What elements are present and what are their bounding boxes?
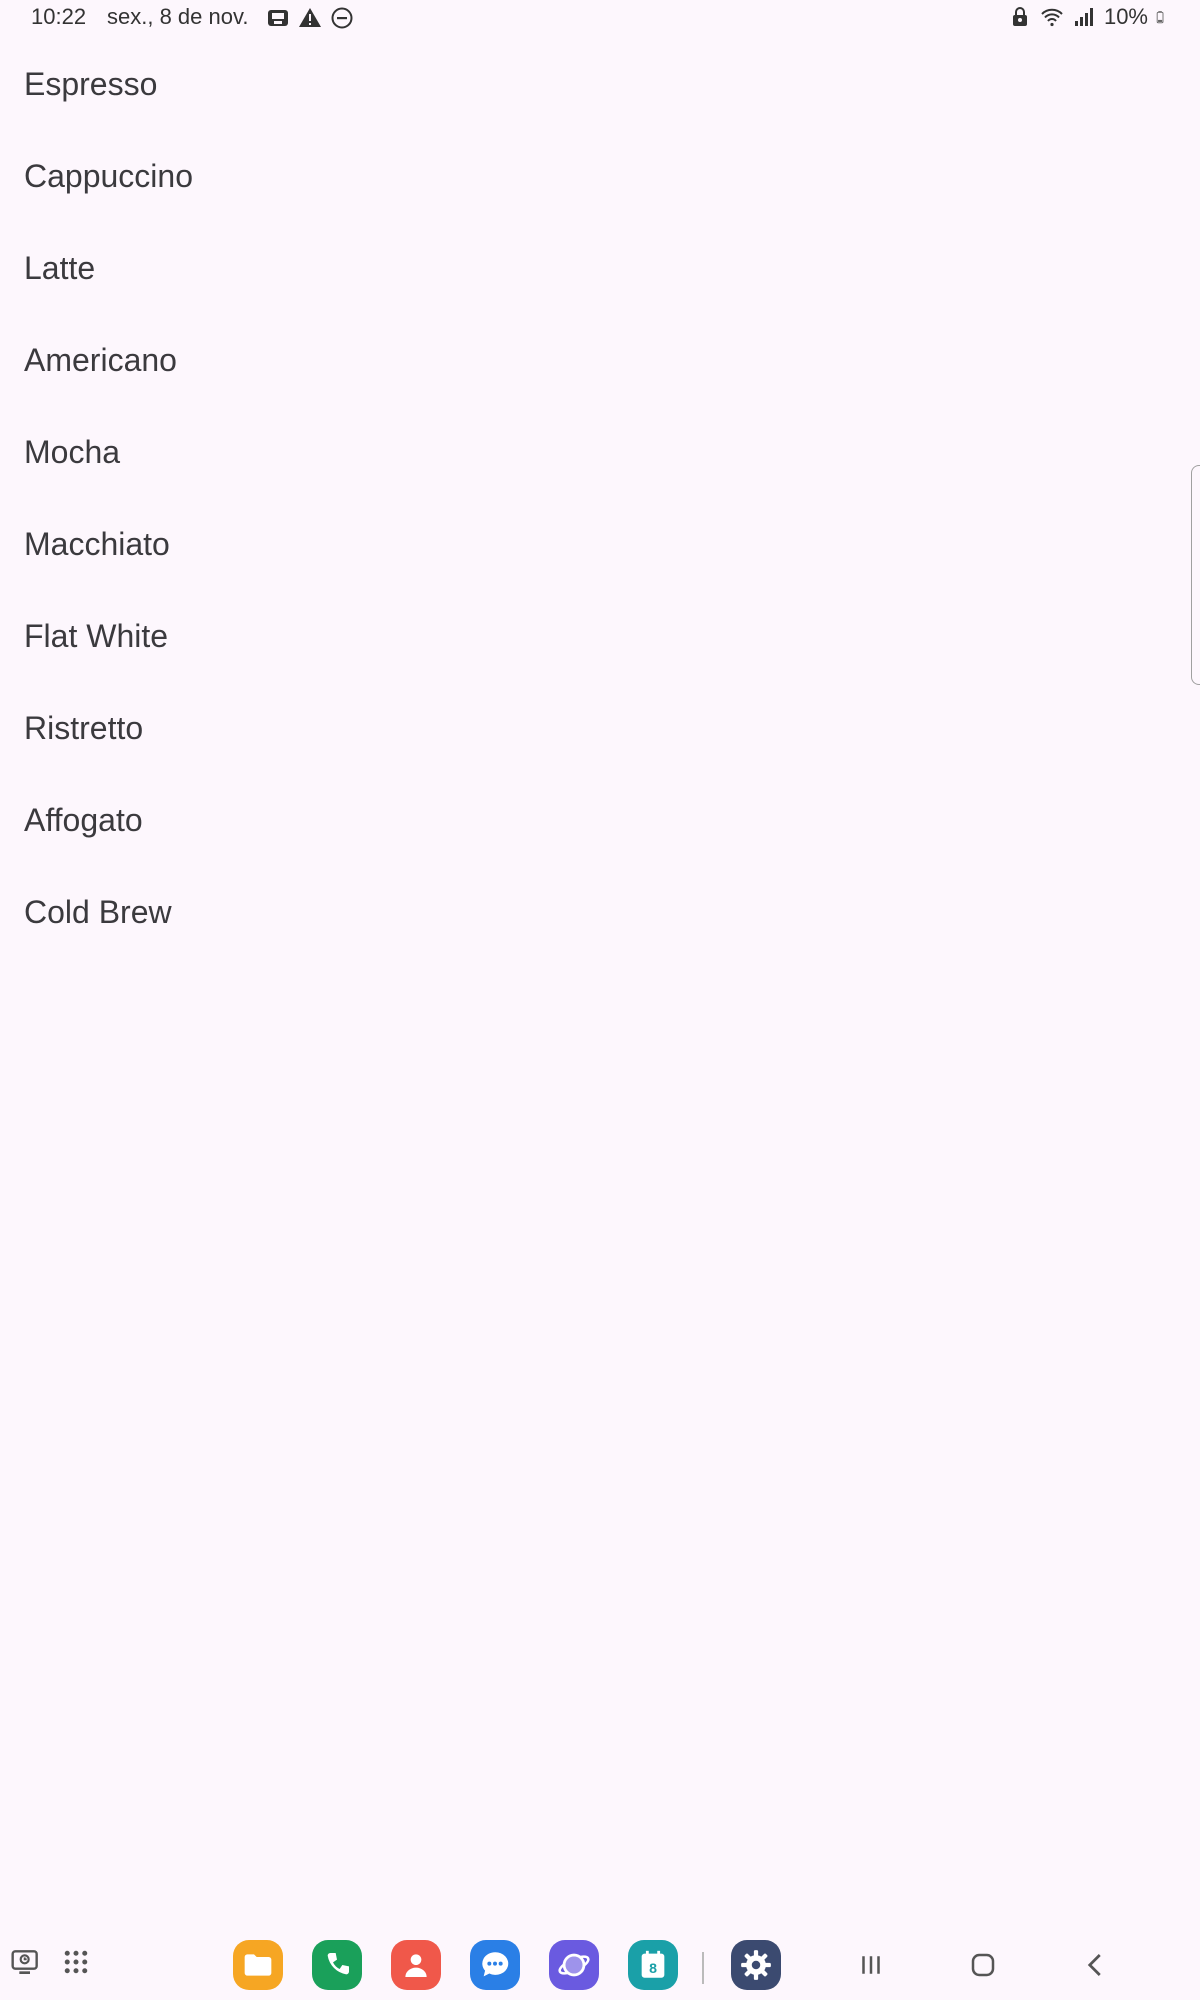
status-bar: 10:22 sex., 8 de nov. 10% — [0, 0, 1200, 36]
contacts-icon — [405, 1954, 427, 1977]
list-item-macchiato[interactable]: Macchiato — [0, 506, 1190, 598]
status-date: sex., 8 de nov. — [107, 4, 249, 29]
coffee-label: Cappuccino — [24, 158, 193, 194]
status-system-icons: 10% — [1008, 4, 1170, 30]
home-button[interactable] — [958, 1940, 1008, 1990]
list-item-mocha[interactable]: Mocha — [0, 414, 1190, 506]
phone-app[interactable] — [312, 1940, 362, 1990]
recents-button[interactable] — [846, 1940, 896, 1990]
edge-panel-handle[interactable] — [1191, 465, 1200, 685]
calendar-day-label: 8 — [649, 1961, 657, 1977]
status-notification-icons — [266, 6, 354, 30]
recents-icon — [862, 1956, 880, 1974]
calendar-app[interactable]: 8 — [628, 1940, 678, 1990]
recent-screenshots-button[interactable] — [2, 1938, 50, 1986]
list-item-ristretto[interactable]: Ristretto — [0, 690, 1190, 782]
warning-icon — [299, 8, 321, 27]
home-icon — [971, 1953, 995, 1977]
list-item-cappuccino[interactable]: Cappuccino — [0, 138, 1190, 230]
list-item-americano[interactable]: Americano — [0, 322, 1190, 414]
taskbar-divider — [702, 1952, 704, 1984]
signal-icon — [1074, 8, 1093, 26]
list-item-espresso[interactable]: Espresso — [0, 46, 1190, 138]
app-drawer-button[interactable] — [52, 1938, 100, 1986]
back-button[interactable] — [1071, 1940, 1121, 1990]
screenshot-icon — [268, 10, 288, 26]
list-item-cold-brew[interactable]: Cold Brew — [0, 874, 1190, 966]
coffee-label: Ristretto — [24, 710, 144, 746]
taskbar: 8 — [0, 1926, 1200, 2000]
calendar-icon: 8 — [641, 1950, 665, 1978]
battery-percentage: 10% — [1103, 4, 1148, 29]
coffee-label: Latte — [24, 250, 96, 286]
internet-icon — [558, 1953, 590, 1977]
status-time: 10:22 — [31, 4, 87, 29]
recent-screenshots-icon — [11, 1950, 38, 1974]
coffee-label: Affogato — [24, 802, 143, 838]
messages-icon — [482, 1952, 509, 1977]
internet-app[interactable] — [549, 1940, 599, 1990]
back-icon — [1087, 1954, 1101, 1976]
list-item-flat-white[interactable]: Flat White — [0, 598, 1190, 690]
coffee-label: Macchiato — [24, 526, 170, 562]
list-item-affogato[interactable]: Affogato — [0, 782, 1190, 874]
phone-icon — [327, 1953, 349, 1975]
coffee-label: Cold Brew — [24, 894, 172, 930]
messages-app[interactable] — [470, 1940, 520, 1990]
settings-app[interactable] — [731, 1940, 781, 1990]
do-not-disturb-icon — [331, 7, 353, 29]
settings-icon — [741, 1950, 771, 1980]
my-files-app[interactable] — [233, 1940, 283, 1990]
battery-icon — [1156, 11, 1164, 24]
lock-icon — [1012, 7, 1027, 26]
coffee-list: Espresso Cappuccino Latte Americano Moch… — [0, 46, 1190, 966]
list-item-latte[interactable]: Latte — [0, 230, 1190, 322]
wifi-icon — [1041, 8, 1063, 27]
coffee-label: Flat White — [24, 618, 169, 654]
my-files-icon — [244, 1954, 272, 1976]
coffee-label: Americano — [24, 342, 177, 378]
coffee-label: Mocha — [24, 434, 121, 470]
app-drawer-icon — [64, 1950, 88, 1974]
coffee-label: Espresso — [24, 66, 158, 102]
contacts-app[interactable] — [391, 1940, 441, 1990]
